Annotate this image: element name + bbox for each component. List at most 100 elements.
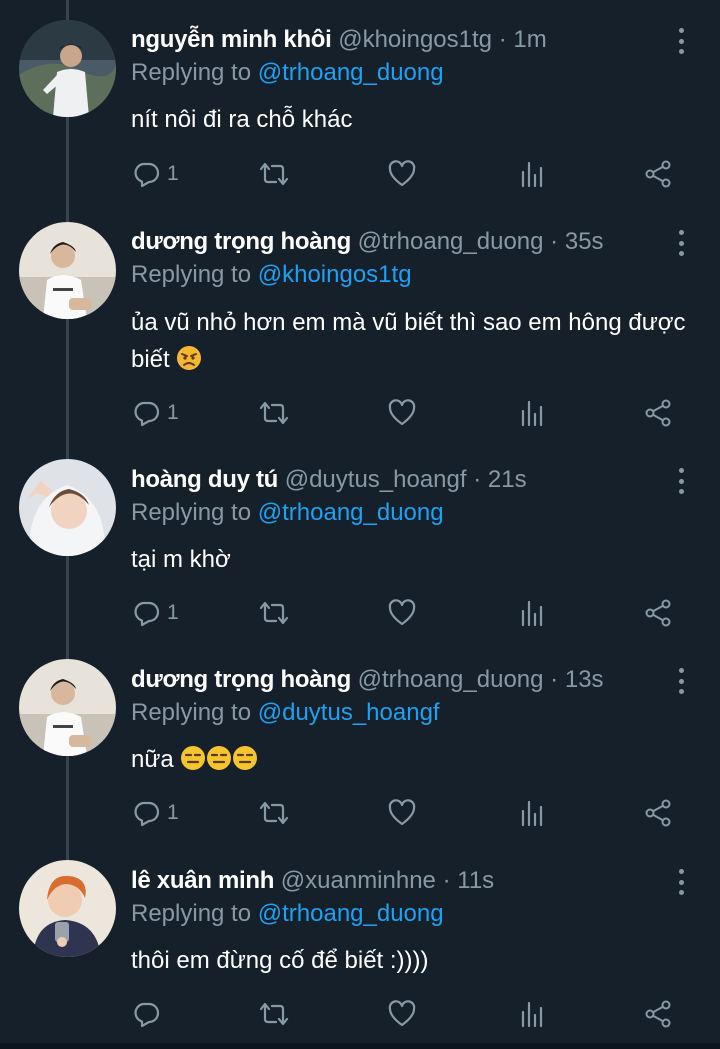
retweet-button[interactable] (257, 996, 291, 1032)
reply-icon (134, 401, 160, 427)
tweet-header: dương trọng hoàng @trhoang_duong · 13s (131, 662, 604, 698)
avatar[interactable] (19, 20, 116, 117)
tweet[interactable]: hoàng duy tú @duytus_hoangf · 21s Replyi… (0, 445, 720, 645)
analytics-icon (521, 800, 543, 827)
user-handle[interactable]: @xuanminhne (281, 867, 436, 894)
reply-button[interactable]: 1 (131, 395, 179, 431)
like-button[interactable] (387, 996, 417, 1032)
analytics-button[interactable] (519, 996, 545, 1032)
separator-dot: · (473, 466, 482, 493)
timestamp[interactable]: 1m (513, 26, 546, 53)
tweet-actions: 1 (131, 795, 691, 831)
avatar[interactable] (19, 459, 116, 556)
replying-to: Replying to @trhoang_duong (131, 897, 444, 931)
tweet-actions: 1 (131, 156, 691, 192)
reply-button[interactable]: 1 (131, 595, 179, 631)
more-options-icon[interactable] (670, 228, 692, 258)
display-name[interactable]: hoàng duy tú (131, 466, 278, 493)
tweet-text: nít nôi đi ra chỗ khác (131, 106, 353, 133)
reply-button[interactable]: 1 (131, 156, 179, 192)
reply-button[interactable]: 1 (131, 795, 179, 831)
tweet[interactable]: dương trọng hoàng @trhoang_duong · 35s R… (0, 205, 720, 445)
mention-link[interactable]: @trhoang_duong (258, 59, 444, 86)
more-options-icon[interactable] (670, 867, 692, 897)
reply-count: 1 (167, 801, 179, 824)
like-button[interactable] (387, 395, 417, 431)
replying-to-label: Replying to (131, 499, 252, 526)
separator-dot: · (550, 666, 559, 693)
tweet-header: nguyễn minh khôi @khoingos1tg · 1m (131, 22, 547, 58)
tweet-header: hoàng duy tú @duytus_hoangf · 21s (131, 462, 527, 498)
tweet-header: lê xuân minh @xuanminhne · 11s (131, 863, 494, 899)
tweet[interactable]: lê xuân minh @xuanminhne · 11s Replying … (0, 845, 720, 1043)
mention-link[interactable]: @trhoang_duong (258, 900, 444, 927)
reply-count: 1 (167, 601, 179, 624)
retweet-button[interactable] (257, 595, 291, 631)
share-button[interactable] (643, 156, 673, 192)
reply-count: 1 (167, 401, 179, 424)
tweet-actions: 1 (131, 595, 691, 631)
replying-to-label: Replying to (131, 699, 252, 726)
user-handle[interactable]: @duytus_hoangf (285, 466, 467, 493)
more-options-icon[interactable] (670, 466, 692, 496)
share-button[interactable] (643, 996, 673, 1032)
tweet-actions (131, 996, 691, 1032)
share-icon (645, 799, 671, 827)
separator-dot: · (442, 867, 451, 894)
like-icon (388, 799, 416, 826)
mention-link[interactable]: @duytus_hoangf (258, 699, 440, 726)
user-handle[interactable]: @khoingos1tg (338, 26, 492, 53)
avatar[interactable] (19, 860, 116, 957)
replying-to: Replying to @duytus_hoangf (131, 696, 440, 730)
share-icon (645, 1000, 671, 1028)
expressionless-face-icon (181, 746, 206, 770)
like-button[interactable] (387, 795, 417, 831)
display-name[interactable]: lê xuân minh (131, 867, 274, 894)
reply-button[interactable] (131, 996, 167, 1032)
share-button[interactable] (643, 595, 673, 631)
avatar[interactable] (19, 222, 116, 319)
like-icon (388, 160, 416, 187)
share-icon (645, 599, 671, 627)
tweet-text: thôi em đừng cố để biết :)))) (131, 947, 429, 974)
analytics-button[interactable] (519, 595, 545, 631)
like-button[interactable] (387, 156, 417, 192)
reply-icon (134, 1002, 160, 1028)
more-options-icon[interactable] (670, 26, 692, 56)
timestamp[interactable]: 11s (457, 867, 494, 894)
mention-link[interactable]: @khoingos1tg (258, 261, 412, 288)
user-handle[interactable]: @trhoang_duong (358, 228, 544, 255)
retweet-icon (259, 401, 289, 425)
tweet-text: nữa (131, 741, 691, 778)
expressionless-face-icon (233, 746, 258, 770)
replying-to: Replying to @trhoang_duong (131, 56, 444, 90)
analytics-button[interactable] (519, 795, 545, 831)
replying-to: Replying to @trhoang_duong (131, 496, 444, 530)
tweet[interactable]: nguyễn minh khôi @khoingos1tg · 1m Reply… (0, 0, 720, 205)
timestamp[interactable]: 35s (565, 228, 604, 255)
mention-link[interactable]: @trhoang_duong (258, 499, 444, 526)
share-button[interactable] (643, 395, 673, 431)
retweet-icon (259, 162, 289, 186)
timestamp[interactable]: 13s (565, 666, 604, 693)
retweet-button[interactable] (257, 156, 291, 192)
analytics-button[interactable] (519, 395, 545, 431)
analytics-button[interactable] (519, 156, 545, 192)
analytics-icon (521, 600, 543, 627)
timestamp[interactable]: 21s (488, 466, 527, 493)
user-handle[interactable]: @trhoang_duong (358, 666, 544, 693)
retweet-button[interactable] (257, 795, 291, 831)
retweet-button[interactable] (257, 395, 291, 431)
tweet-actions: 1 (131, 395, 691, 431)
display-name[interactable]: nguyễn minh khôi (131, 26, 332, 53)
tweet[interactable]: dương trọng hoàng @trhoang_duong · 13s R… (0, 645, 720, 845)
display-name[interactable]: dương trọng hoàng (131, 228, 351, 255)
avatar[interactable] (19, 659, 116, 756)
retweet-icon (259, 1002, 289, 1026)
display-name[interactable]: dương trọng hoàng (131, 666, 351, 693)
share-button[interactable] (643, 795, 673, 831)
more-options-icon[interactable] (670, 666, 692, 696)
expressionless-face-icon (207, 746, 232, 770)
angry-face-icon (177, 346, 202, 370)
like-button[interactable] (387, 595, 417, 631)
